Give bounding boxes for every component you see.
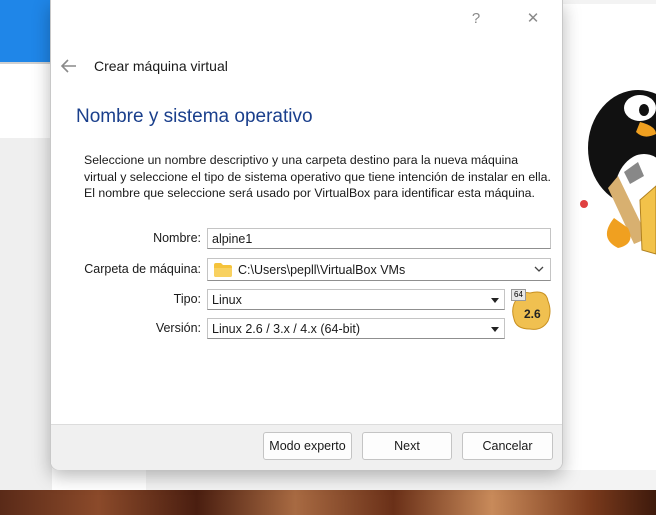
folder-label: Carpeta de máquina: [84, 262, 201, 276]
page-description: Seleccione un nombre descriptivo y una c… [84, 153, 551, 200]
folder-combobox[interactable]: C:\Users\pepll\VirtualBox VMs [207, 258, 551, 281]
version-label: Versión: [155, 321, 201, 335]
linux-64-os-icon: 64 2.6 [510, 289, 552, 330]
folder-path: C:\Users\pepll\VirtualBox VMs [238, 263, 406, 277]
dropdown-arrow-icon[interactable] [491, 327, 499, 332]
background-divider [0, 62, 52, 64]
back-arrow-icon[interactable] [60, 57, 78, 75]
background-wallpaper [0, 490, 656, 515]
expert-mode-button[interactable]: Modo experto [263, 432, 352, 460]
create-vm-dialog: ? ✕ Crear máquina virtual Nombre y siste… [50, 0, 563, 470]
background-bottom-strip [146, 470, 656, 490]
chevron-down-icon[interactable] [534, 265, 544, 273]
os-badge-version: 2.6 [524, 307, 541, 321]
type-label: Tipo: [173, 292, 201, 306]
next-button[interactable]: Next [362, 432, 452, 460]
cancel-button[interactable]: Cancelar [462, 432, 553, 460]
folder-icon [214, 263, 232, 277]
close-button[interactable]: ✕ [520, 8, 546, 30]
dropdown-arrow-icon[interactable] [491, 298, 499, 303]
version-select[interactable]: Linux 2.6 / 3.x / 4.x (64-bit) [207, 318, 505, 339]
page-title: Nombre y sistema operativo [76, 106, 313, 127]
tux-penguin-image [580, 90, 656, 255]
os-badge-bits: 64 [511, 289, 526, 301]
help-button[interactable]: ? [463, 8, 489, 30]
name-input[interactable]: alpine1 [207, 228, 551, 249]
background-sidebar [0, 138, 52, 490]
type-select[interactable]: Linux [207, 289, 505, 310]
type-value: Linux [212, 293, 242, 307]
wizard-title: Crear máquina virtual [94, 58, 228, 74]
background-app-header [0, 0, 52, 62]
version-value: Linux 2.6 / 3.x / 4.x (64-bit) [212, 322, 360, 336]
name-label: Nombre: [153, 231, 201, 245]
